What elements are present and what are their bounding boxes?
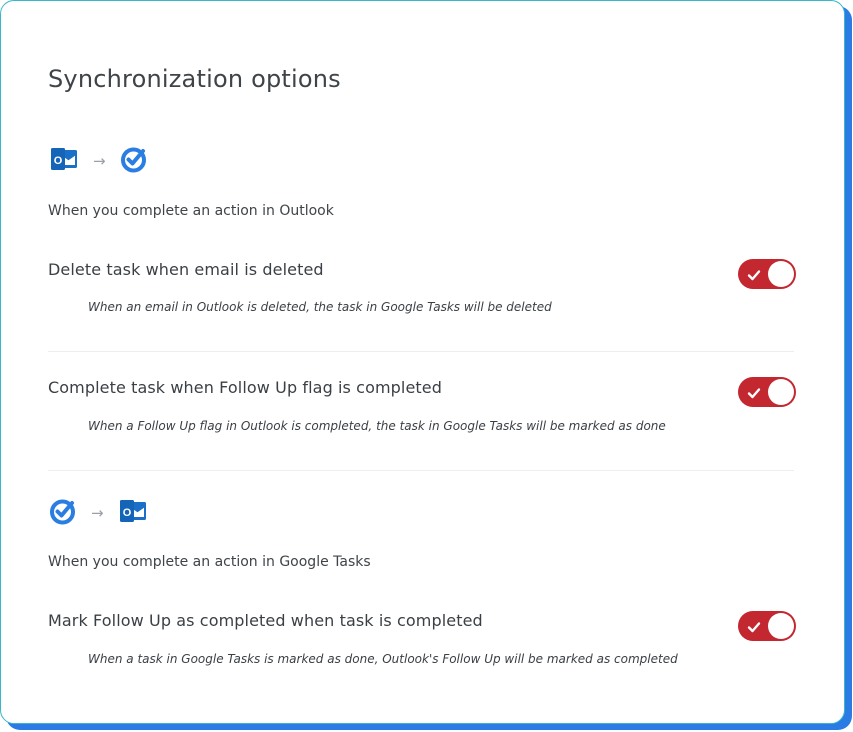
arrow-right-icon: → (93, 151, 106, 170)
check-icon (747, 385, 761, 404)
option-label-complete-task: Complete task when Follow Up flag is com… (48, 378, 442, 397)
sync-direction-outlook-to-tasks: O → (49, 144, 148, 178)
option-help-delete-task: When an email in Outlook is deleted, the… (88, 300, 552, 314)
divider (48, 351, 794, 352)
check-icon (747, 619, 761, 638)
option-help-complete-task: When a Follow Up flag in Outlook is comp… (88, 419, 666, 433)
outlook-icon: O (118, 496, 148, 530)
sync-direction-tasks-to-outlook: → O (49, 496, 148, 530)
google-tasks-icon (120, 145, 148, 177)
section-description-outlook: When you complete an action in Outlook (48, 203, 334, 219)
toggle-complete-task[interactable] (738, 377, 796, 407)
sync-options-card: Synchronization options O → When you com… (0, 0, 845, 724)
svg-text:O: O (122, 507, 131, 519)
google-tasks-icon (49, 497, 77, 529)
toggle-knob (768, 261, 794, 287)
toggle-knob (768, 379, 794, 405)
option-label-delete-task: Delete task when email is deleted (48, 260, 324, 279)
toggle-mark-follow-up[interactable] (738, 611, 796, 641)
arrow-right-icon: → (91, 503, 104, 522)
option-help-mark-follow-up: When a task in Google Tasks is marked as… (88, 652, 678, 666)
page-title: Synchronization options (48, 65, 341, 93)
check-icon (747, 267, 761, 286)
toggle-knob (768, 613, 794, 639)
section-description-google-tasks: When you complete an action in Google Ta… (48, 554, 371, 570)
outlook-icon: O (49, 144, 79, 178)
toggle-delete-task[interactable] (738, 259, 796, 289)
svg-text:O: O (54, 155, 63, 167)
divider (48, 470, 794, 471)
option-label-mark-follow-up: Mark Follow Up as completed when task is… (48, 611, 483, 630)
